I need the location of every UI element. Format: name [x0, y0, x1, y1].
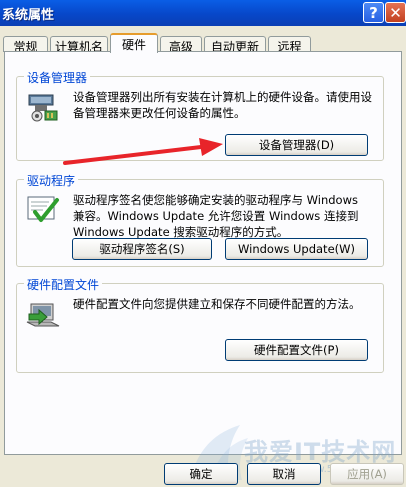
tab-advanced[interactable]: 高级 [160, 36, 202, 54]
apply-button[interactable]: 应用(A) [330, 463, 404, 485]
window-title: 系统属性 [2, 8, 55, 23]
title-bar[interactable]: 系统属性 ? ✕ [0, 0, 406, 26]
tab-strip: 常规 计算机名 硬件 高级 自动更新 远程 [0, 33, 406, 54]
cancel-button[interactable]: 取消 [247, 463, 321, 485]
system-properties-window: 系统属性 ? ✕ 常规 计算机名 硬件 高级 自动更新 远程 设备管理器 设备管… [0, 0, 406, 487]
tab-remote[interactable]: 远程 [268, 36, 311, 54]
close-button[interactable]: ✕ [385, 2, 406, 23]
tab-computer-name[interactable]: 计算机名 [50, 36, 108, 54]
hardware-tab-panel: 设备管理器 设备管理器列出所有安装在计算机上的硬件设备。请使用设备管理器来更改任… [4, 51, 402, 455]
ok-button[interactable]: 确定 [164, 463, 238, 485]
tab-automatic-updates[interactable]: 自动更新 [204, 36, 266, 54]
tab-hardware[interactable]: 硬件 [110, 33, 158, 53]
tab-general[interactable]: 常规 [3, 36, 48, 54]
annotation-arrow [63, 138, 223, 165]
help-button[interactable]: ? [363, 2, 384, 23]
